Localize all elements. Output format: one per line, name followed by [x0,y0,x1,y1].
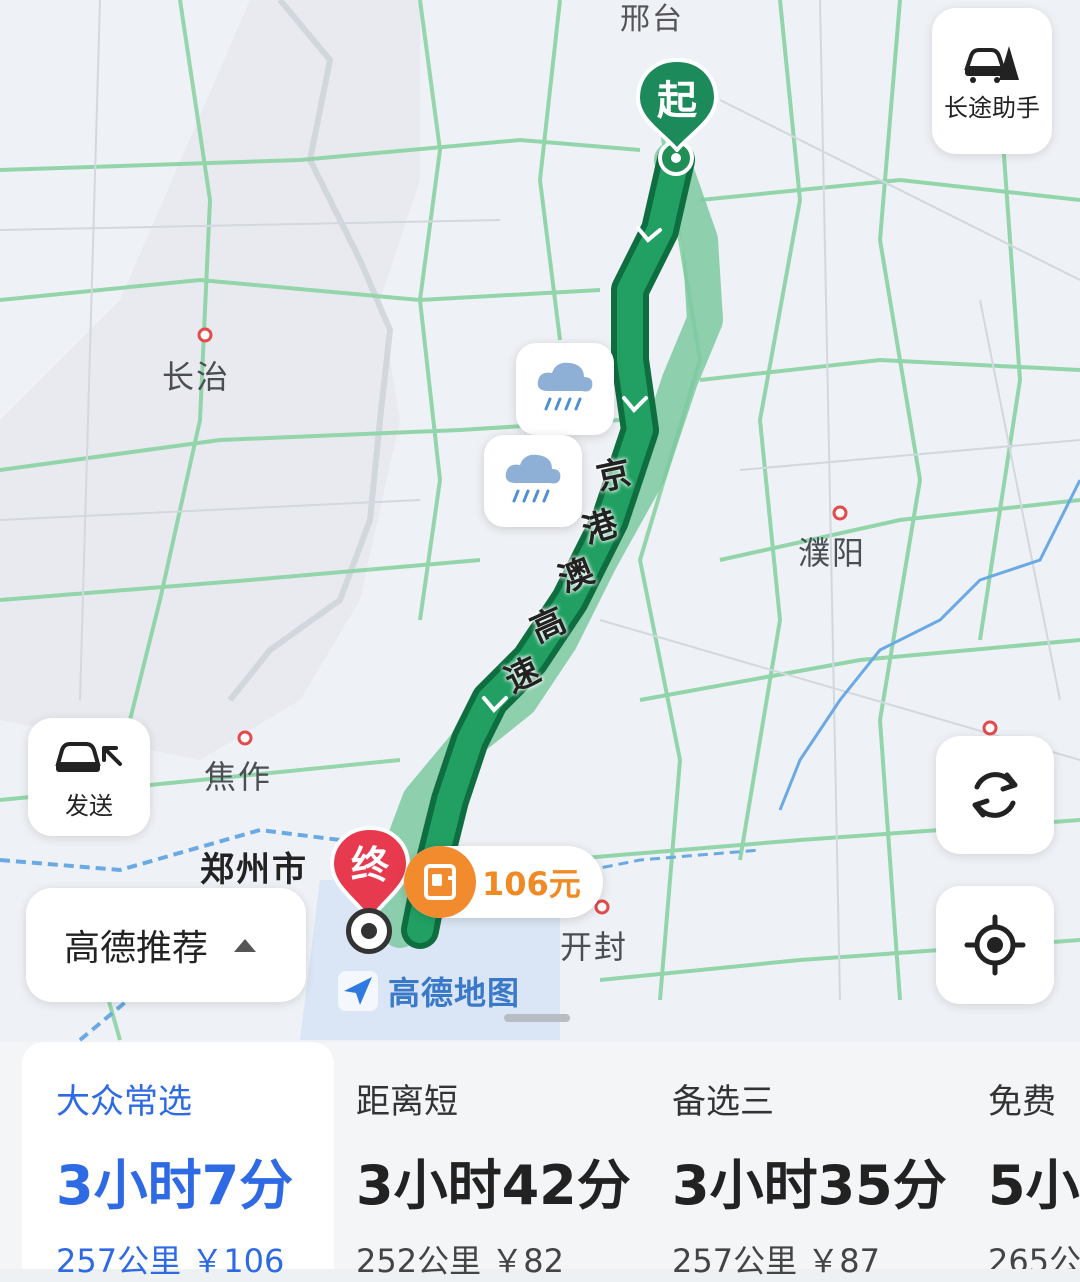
route-duration: 5小 [988,1154,1080,1217]
toll-marker[interactable]: 106元 [404,846,603,918]
map-label-jiaozuo: 焦作 [204,758,273,796]
map-label-zhengzhou: 郑州市 [200,850,308,890]
route-card[interactable]: 免费 5小 265公 [954,1042,1080,1269]
weather-rain-icon[interactable] [484,435,582,527]
locate-icon [964,914,1026,976]
toll-amount: 106元 [482,865,581,903]
map-label-kaifeng: 开封 [560,928,629,966]
refresh-icon [972,772,1018,818]
long-trip-assistant-button[interactable]: 长途助手 [932,8,1052,154]
car-road-icon [964,45,1019,83]
route-name: 免费 [988,1082,1056,1122]
caret-up-icon [234,938,257,952]
amap-logo-icon [338,971,378,1011]
locate-me-button[interactable] [936,886,1054,1004]
refresh-route-button[interactable] [936,736,1054,854]
send-car-icon [55,741,122,772]
map-label-xingtai: 邢台 [620,2,684,37]
sheet-drag-handle[interactable] [504,1014,570,1022]
send-to-car-button[interactable]: 发送 [28,718,150,836]
weather-rain-icon[interactable] [516,343,614,435]
long-trip-label: 长途助手 [944,93,1040,122]
route-meta: 265公 [988,1242,1080,1269]
route-duration: 3小时35分 [672,1154,947,1217]
route-options-panel: 大众常选 3小时7分 257公里 ￥106 距离短 3小时42分 252公里 ￥… [0,1042,1080,1280]
route-card[interactable]: 备选三 3小时35分 257公里 ￥87 [638,1042,954,1280]
toll-gate-icon [404,846,476,918]
start-marker[interactable]: 起 [632,56,722,156]
map-label-changzhi: 长治 [162,358,231,396]
route-duration: 3小时42分 [356,1154,631,1217]
route-name: 距离短 [356,1082,458,1122]
end-marker-label: 终 [350,843,389,887]
send-label: 发送 [65,791,113,820]
route-meta: 257公里 ￥87 [672,1242,880,1280]
route-name: 大众常选 [56,1082,192,1122]
amap-logo: 高德地图 [336,968,520,1014]
destination-dot [346,908,392,954]
route-name: 备选三 [672,1082,774,1122]
route-duration: 3小时7分 [56,1154,294,1217]
route-preference-label: 高德推荐 [64,928,209,969]
start-marker-label: 起 [657,78,697,124]
amap-logo-text: 高德地图 [388,974,521,1012]
map-label-puyang: 濮阳 [798,534,867,572]
route-card[interactable]: 大众常选 3小时7分 257公里 ￥106 [22,1042,334,1280]
route-meta: 252公里 ￥82 [356,1242,564,1280]
route-card[interactable]: 距离短 3小时42分 252公里 ￥82 [322,1042,638,1280]
route-preference-selector[interactable]: 高德推荐 [26,888,306,1002]
route-meta: 257公里 ￥106 [56,1242,285,1280]
